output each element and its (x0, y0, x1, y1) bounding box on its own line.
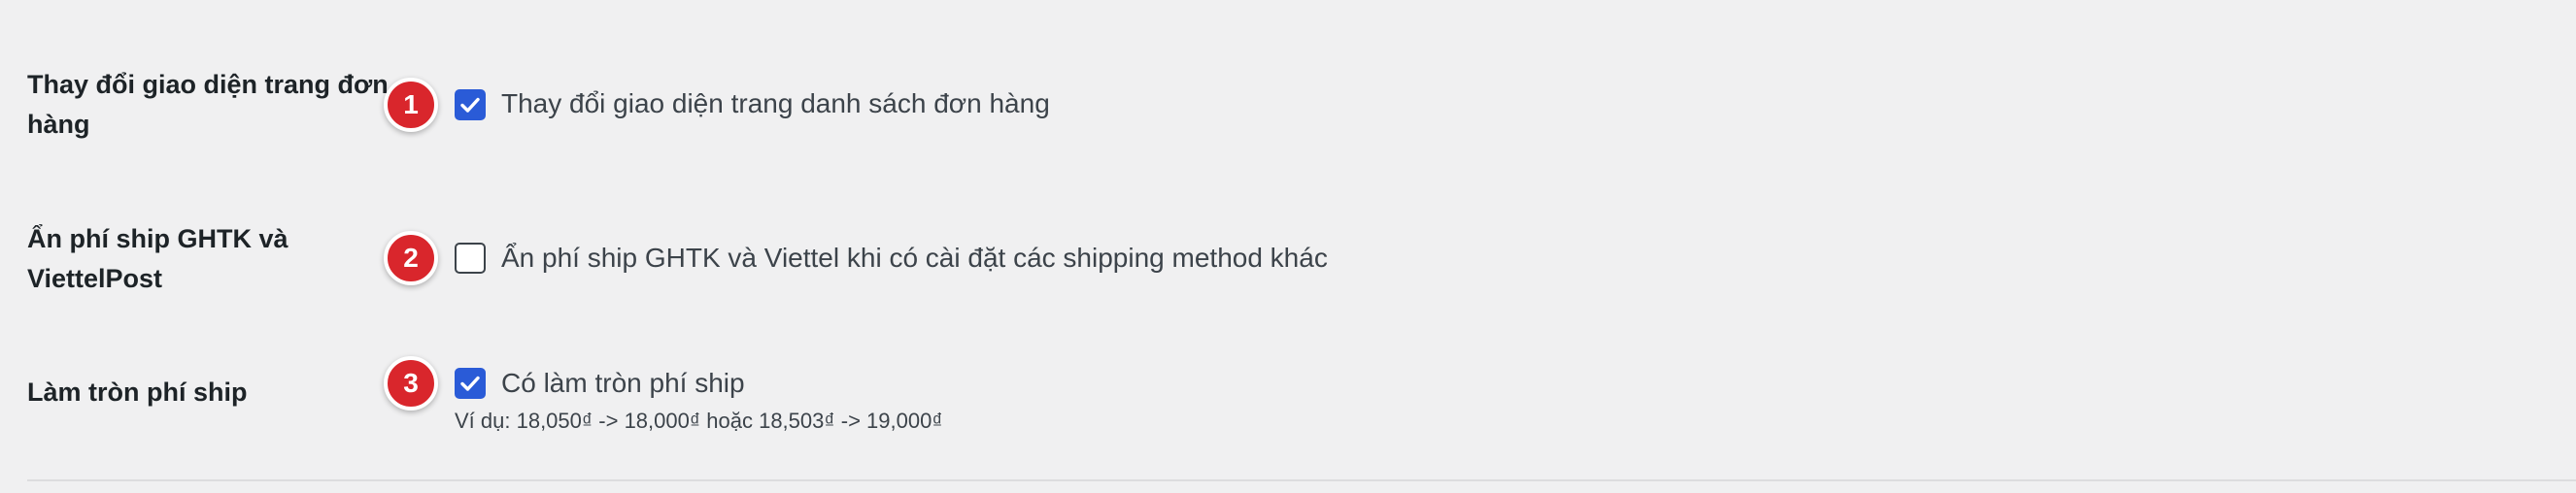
hide-shipping-fee-checkbox[interactable] (455, 243, 486, 274)
setting-label: Làm tròn phí ship (27, 378, 248, 407)
step-badge: 1 (384, 78, 438, 132)
checkbox-label[interactable]: Có làm tròn phí ship (501, 367, 745, 400)
check-icon (460, 376, 480, 391)
step-badge: 2 (384, 231, 438, 285)
setting-label: Ẩn phí ship GHTK và ViettelPost (27, 224, 288, 293)
setting-description: Ví dụ: 18,050₫ -> 18,000₫ hoặc 18,503₫ -… (455, 409, 943, 433)
step-badge: 3 (384, 356, 438, 411)
round-shipping-fee-checkbox[interactable] (455, 368, 486, 399)
setting-label: Thay đổi giao diện trang đơn hàng (27, 70, 389, 139)
checkbox-label[interactable]: Ẩn phí ship GHTK và Viettel khi có cài đ… (501, 242, 1328, 275)
check-icon (460, 97, 480, 113)
checkbox-label[interactable]: Thay đổi giao diện trang danh sách đơn h… (501, 87, 1050, 120)
change-order-ui-checkbox[interactable] (455, 89, 486, 120)
section-divider (27, 479, 2576, 481)
